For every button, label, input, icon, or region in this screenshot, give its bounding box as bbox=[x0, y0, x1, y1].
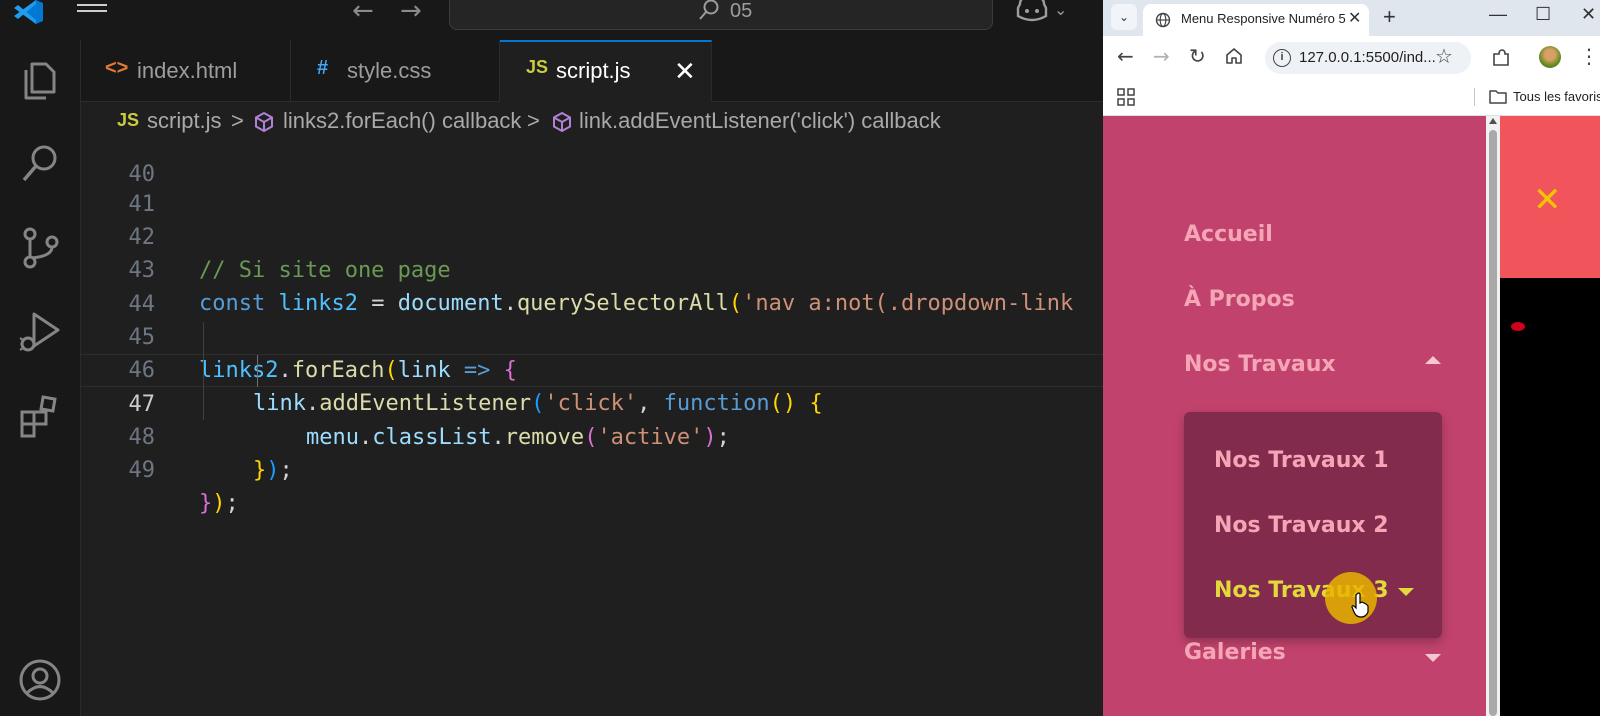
extensions-puzzle-icon[interactable] bbox=[1491, 48, 1511, 68]
command-center-text: 05 bbox=[730, 0, 753, 22]
close-menu-icon[interactable]: ✕ bbox=[1533, 180, 1562, 220]
menu-link-nos-travaux[interactable]: Nos Travaux bbox=[1184, 352, 1336, 377]
responsive-menu-panel: Accueil À Propos Nos Travaux Nos Travaux… bbox=[1103, 116, 1486, 716]
copilot-icon[interactable] bbox=[1016, 0, 1048, 24]
search-icon[interactable] bbox=[18, 142, 62, 186]
dropdown-link-nos-travaux-1[interactable]: Nos Travaux 1 bbox=[1214, 448, 1389, 473]
code-line: 46 link.addEventListener('click', functi… bbox=[81, 321, 1103, 416]
code-line: 49 }); bbox=[81, 421, 1103, 516]
minimize-button[interactable]: — bbox=[1489, 4, 1507, 25]
code-line: 41 bbox=[81, 155, 1103, 217]
tab-index-html[interactable]: <> index.html bbox=[81, 40, 291, 102]
folder-icon bbox=[1489, 90, 1507, 104]
browser-window: ⌄ Menu Responsive Numéro 5 ✕ + — ☐ ✕ ← →… bbox=[1103, 0, 1600, 716]
code-line-current: 47 menu.classList.remove('active'); bbox=[81, 354, 1103, 450]
page-viewport: Accueil À Propos Nos Travaux Nos Travaux… bbox=[1103, 116, 1600, 716]
close-icon[interactable]: ✕ bbox=[674, 56, 696, 87]
code-line: 40 bbox=[81, 125, 1103, 187]
indent-guide bbox=[257, 355, 258, 387]
code-punct: ; bbox=[225, 491, 239, 516]
html-file-icon: <> bbox=[105, 57, 129, 79]
menu-icon[interactable] bbox=[77, 0, 109, 20]
code-editor[interactable]: 40 41 42 // Si site one page 43 const li… bbox=[81, 142, 1103, 716]
url-text: 127.0.0.1:5500/ind... bbox=[1299, 49, 1436, 66]
menu-link-a-propos[interactable]: À Propos bbox=[1184, 287, 1295, 312]
tab-label: style.css bbox=[347, 58, 432, 83]
dropdown-menu: Nos Travaux 1 Nos Travaux 2 Nos Travaux … bbox=[1184, 412, 1442, 638]
forward-arrow-icon[interactable]: → bbox=[400, 0, 422, 26]
bookmarks-bar: Tous les favoris bbox=[1103, 80, 1600, 116]
code-bracket: } bbox=[253, 458, 267, 483]
code-bracket: } bbox=[199, 491, 213, 516]
bookmark-star-icon[interactable]: ☆ bbox=[1435, 44, 1453, 68]
red-dot bbox=[1511, 322, 1525, 331]
maximize-button[interactable]: ☐ bbox=[1535, 4, 1551, 25]
back-arrow-icon[interactable]: ← bbox=[352, 0, 374, 26]
js-file-icon: JS bbox=[526, 57, 549, 77]
vscode-logo-icon[interactable] bbox=[12, 0, 44, 24]
scrollbar-thumb[interactable] bbox=[1489, 130, 1497, 716]
tab-label: script.js bbox=[556, 58, 631, 83]
caret-down-icon[interactable] bbox=[1398, 588, 1414, 596]
command-center-search[interactable]: 05 bbox=[449, 0, 993, 30]
code-line: 42 // Si site one page bbox=[81, 188, 1103, 283]
back-arrow-icon[interactable]: ← bbox=[1117, 44, 1134, 68]
search-icon bbox=[699, 0, 719, 20]
css-file-icon: # bbox=[317, 57, 329, 79]
scroll-up-arrow-icon[interactable] bbox=[1489, 118, 1497, 124]
account-icon[interactable] bbox=[18, 658, 62, 702]
title-bar: ← → 05 ⌄ bbox=[0, 0, 1103, 40]
apps-grid-icon[interactable] bbox=[1117, 88, 1135, 106]
new-tab-button[interactable]: + bbox=[1383, 4, 1396, 30]
divider bbox=[1474, 88, 1475, 106]
editor-tabs: <> index.html # style.css JS script.js ✕ bbox=[81, 40, 1103, 102]
menu-link-galeries[interactable]: Galeries bbox=[1184, 640, 1286, 665]
globe-icon bbox=[1155, 12, 1171, 28]
activity-bar bbox=[0, 40, 81, 716]
indent-guide bbox=[203, 322, 204, 420]
more-menu-icon[interactable]: ⋮ bbox=[1579, 44, 1599, 68]
tab-style-css[interactable]: # style.css bbox=[291, 40, 500, 102]
tab-title: Menu Responsive Numéro 5 bbox=[1181, 11, 1346, 26]
browser-tab[interactable]: Menu Responsive Numéro 5 ✕ bbox=[1143, 4, 1369, 36]
browser-toolbar: ← → ↻ i 127.0.0.1:5500/ind... ☆ ⋮ bbox=[1103, 36, 1600, 80]
site-info-icon[interactable]: i bbox=[1273, 49, 1291, 67]
vscode-window: ← → 05 ⌄ <> index.html # style.css JS sc… bbox=[0, 0, 1103, 716]
profile-avatar[interactable] bbox=[1539, 46, 1561, 68]
code-line: 43 const links2 = document.querySelector… bbox=[81, 221, 1103, 316]
tab-script-js[interactable]: JS script.js ✕ bbox=[500, 40, 712, 102]
code-bracket: ) bbox=[212, 491, 226, 516]
browser-tabstrip: ⌄ Menu Responsive Numéro 5 ✕ + — ☐ ✕ bbox=[1103, 0, 1600, 36]
run-debug-icon[interactable] bbox=[18, 310, 62, 354]
source-control-icon[interactable] bbox=[18, 226, 62, 270]
code-line: 48 }); bbox=[81, 388, 1103, 483]
menu-link-accueil[interactable]: Accueil bbox=[1184, 222, 1273, 247]
forward-arrow-icon[interactable]: → bbox=[1153, 44, 1170, 68]
chevron-down-icon[interactable]: ⌄ bbox=[1054, 0, 1067, 19]
line-number: 49 bbox=[128, 458, 156, 483]
code-line: 45 links2.forEach(link => { bbox=[81, 288, 1103, 383]
tab-search-chevron-icon[interactable]: ⌄ bbox=[1111, 4, 1137, 30]
extensions-icon[interactable] bbox=[18, 394, 62, 438]
code-bracket: ) bbox=[266, 458, 280, 483]
caret-up-icon[interactable] bbox=[1425, 356, 1441, 364]
all-bookmarks-link[interactable]: Tous les favoris bbox=[1513, 89, 1600, 104]
tab-label: index.html bbox=[137, 58, 238, 83]
hand-cursor-icon bbox=[1351, 592, 1369, 618]
code-line: 44 bbox=[81, 255, 1103, 317]
code-punct: ; bbox=[279, 458, 293, 483]
scrollbar[interactable] bbox=[1486, 116, 1500, 716]
files-icon[interactable] bbox=[18, 58, 62, 102]
reload-icon[interactable]: ↻ bbox=[1189, 44, 1206, 68]
close-window-button[interactable]: ✕ bbox=[1581, 4, 1596, 25]
caret-down-icon[interactable] bbox=[1425, 654, 1441, 662]
close-tab-icon[interactable]: ✕ bbox=[1348, 8, 1361, 27]
dropdown-link-nos-travaux-2[interactable]: Nos Travaux 2 bbox=[1214, 513, 1389, 538]
home-icon[interactable] bbox=[1225, 47, 1243, 65]
